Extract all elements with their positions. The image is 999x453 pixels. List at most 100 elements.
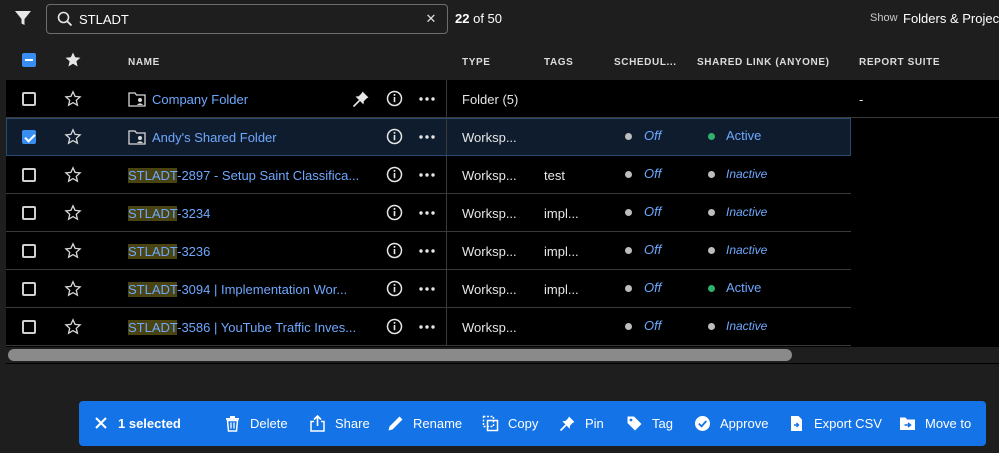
scrollbar-thumb[interactable] [8, 349, 792, 361]
row-shared-link[interactable]: Inactive [726, 319, 767, 333]
row-name-link[interactable]: Andy's Shared Folder [152, 130, 277, 145]
show-filter-select[interactable]: Folders & Projects [903, 11, 999, 26]
row-name-link[interactable]: STLADT-2897 - Setup Saint Classifica... [128, 168, 359, 183]
link-status-dot [708, 285, 715, 292]
info-icon[interactable] [386, 280, 403, 297]
column-divider [446, 308, 447, 345]
row-shared-link[interactable]: Inactive [726, 243, 767, 257]
search-highlight: STLADT [128, 282, 178, 297]
row-shared-link[interactable]: Inactive [726, 205, 767, 219]
row-shared-link[interactable]: Inactive [726, 167, 767, 181]
move-to-button[interactable]: Move to [899, 401, 971, 446]
more-actions-icon[interactable] [419, 325, 435, 329]
column-header-shared-link[interactable]: SHARED LINK (ANYONE) [697, 57, 830, 68]
table-row[interactable]: Company Folder Folder (5) - [6, 80, 999, 118]
column-header-tags[interactable]: TAGS [544, 57, 573, 68]
row-tags: impl... [544, 244, 579, 259]
table-row[interactable]: STLADT-3236 Worksp... impl... Off Inacti… [6, 232, 851, 270]
row-checkbox[interactable] [22, 244, 36, 258]
more-actions-icon[interactable] [419, 135, 435, 139]
approve-button[interactable]: Approve [694, 401, 768, 446]
more-actions-icon[interactable] [419, 97, 435, 101]
star-outline-icon[interactable] [64, 166, 82, 184]
export-csv-button[interactable]: Export CSV [788, 401, 882, 446]
link-status-dot [708, 209, 715, 216]
pin-button[interactable]: Pin [559, 401, 604, 446]
column-divider [446, 270, 447, 307]
column-divider [446, 119, 447, 155]
row-type: Worksp... [462, 320, 517, 335]
table-row[interactable]: Andy's Shared Folder Worksp... Off Activ… [6, 118, 851, 156]
row-name-link[interactable]: STLADT-3234 [128, 206, 210, 221]
info-icon[interactable] [386, 128, 403, 145]
row-name-link[interactable]: Company Folder [152, 92, 248, 107]
column-header-name[interactable]: NAME [128, 57, 160, 68]
table-header: NAME TYPE TAGS SCHEDUL... SHARED LINK (A… [6, 42, 999, 80]
row-scheduled[interactable]: Off [644, 242, 661, 257]
select-all-checkbox[interactable] [22, 53, 36, 67]
table-row[interactable]: STLADT-3586 | YouTube Traffic Inves... W… [6, 308, 851, 346]
more-actions-icon[interactable] [419, 173, 435, 177]
delete-label: Delete [250, 416, 288, 431]
favorite-column-star-icon[interactable] [64, 51, 82, 69]
column-header-report-suite[interactable]: REPORT SUITE [859, 57, 940, 68]
row-name-link[interactable]: STLADT-3094 | Implementation Wor... [128, 282, 347, 297]
row-checkbox[interactable] [22, 206, 36, 220]
star-outline-icon[interactable] [64, 90, 82, 108]
star-outline-icon[interactable] [64, 204, 82, 222]
link-status-dot [708, 247, 715, 254]
search-highlight: STLADT [128, 168, 178, 183]
table-row[interactable]: STLADT-2897 - Setup Saint Classifica... … [6, 156, 851, 194]
clear-search-icon[interactable]: ✕ [424, 11, 438, 27]
export-file-icon [791, 416, 802, 431]
more-actions-icon[interactable] [419, 249, 435, 253]
pin-icon[interactable] [352, 90, 370, 108]
info-icon[interactable] [386, 318, 403, 335]
column-header-scheduled[interactable]: SCHEDUL... [614, 57, 677, 68]
row-checkbox[interactable] [22, 130, 36, 144]
info-icon[interactable] [386, 242, 403, 259]
row-tags: test [544, 168, 565, 183]
star-outline-icon[interactable] [64, 128, 82, 146]
column-divider [446, 156, 447, 193]
search-icon [57, 11, 73, 27]
row-scheduled[interactable]: Off [644, 280, 661, 295]
row-scheduled[interactable]: Off [644, 318, 661, 333]
search-input[interactable] [79, 9, 409, 29]
delete-button[interactable]: Delete [224, 401, 288, 446]
share-icon [310, 415, 325, 432]
column-divider [446, 80, 447, 117]
row-shared-link[interactable]: Active [726, 128, 761, 143]
star-outline-icon[interactable] [64, 242, 82, 260]
row-name-link[interactable]: STLADT-3236 [128, 244, 210, 259]
row-scheduled[interactable]: Off [644, 128, 661, 143]
tag-button[interactable]: Tag [626, 401, 673, 446]
search-field[interactable]: ✕ [46, 4, 448, 34]
row-checkbox[interactable] [22, 92, 36, 106]
star-outline-icon[interactable] [64, 318, 82, 336]
row-scheduled[interactable]: Off [644, 204, 661, 219]
row-type: Worksp... [462, 206, 517, 221]
column-header-type[interactable]: TYPE [462, 57, 491, 68]
filter-icon[interactable] [13, 8, 33, 28]
table-row[interactable]: STLADT-3094 | Implementation Wor... Work… [6, 270, 851, 308]
share-button[interactable]: Share [309, 401, 370, 446]
close-icon[interactable] [93, 415, 109, 431]
copy-button[interactable]: Copy [482, 401, 538, 446]
row-checkbox[interactable] [22, 168, 36, 182]
info-icon[interactable] [386, 204, 403, 221]
selection-count: 1 selected [118, 416, 181, 431]
rename-button[interactable]: Rename [387, 401, 462, 446]
info-icon[interactable] [386, 90, 403, 107]
more-actions-icon[interactable] [419, 287, 435, 291]
table-row[interactable]: STLADT-3234 Worksp... impl... Off Inacti… [6, 194, 851, 232]
row-checkbox[interactable] [22, 282, 36, 296]
horizontal-scrollbar[interactable] [6, 347, 999, 363]
row-checkbox[interactable] [22, 320, 36, 334]
info-icon[interactable] [386, 166, 403, 183]
row-name-link[interactable]: STLADT-3586 | YouTube Traffic Inves... [128, 320, 356, 335]
row-scheduled[interactable]: Off [644, 166, 661, 181]
star-outline-icon[interactable] [64, 280, 82, 298]
more-actions-icon[interactable] [419, 211, 435, 215]
row-shared-link[interactable]: Active [726, 280, 761, 295]
